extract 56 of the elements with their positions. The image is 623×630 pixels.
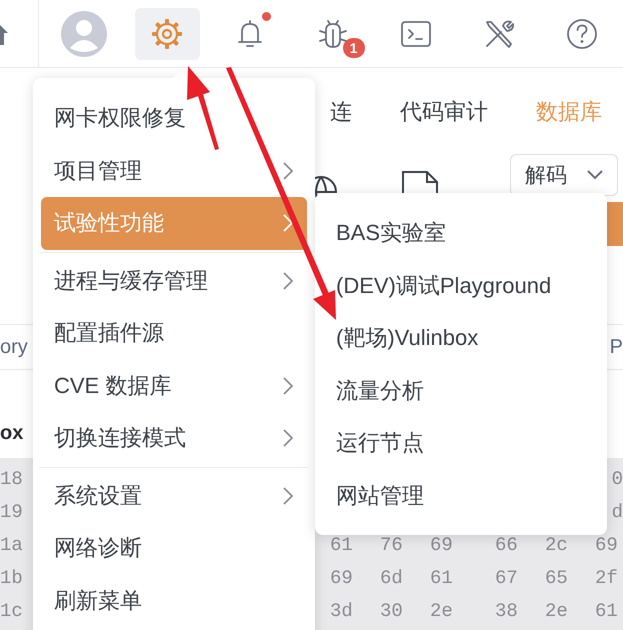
- chevron-right-icon: [283, 162, 293, 180]
- chevron-down-icon: [587, 170, 603, 180]
- decode-select[interactable]: 解码: [510, 154, 618, 196]
- chevron-right-icon: [283, 486, 293, 505]
- hex-offset: 1c: [0, 600, 23, 622]
- chevron-right-icon: [283, 214, 293, 232]
- hex-byte: 3d: [330, 600, 353, 622]
- hex-byte: 2e: [430, 600, 453, 622]
- hex-byte: 65: [545, 566, 568, 588]
- hex-byte: 69: [330, 566, 353, 588]
- menu-item[interactable]: 网卡权限修复: [33, 92, 315, 144]
- hex-offset: 1b: [0, 566, 23, 588]
- chevron-right-icon: [283, 376, 293, 395]
- hex-byte: 61: [595, 600, 618, 622]
- menu-item[interactable]: 运行节点: [315, 417, 607, 470]
- menu-item[interactable]: (DEV)调试Playground: [315, 260, 607, 312]
- menu-item[interactable]: 刷新菜单: [33, 574, 315, 627]
- hex-byte: 2c: [545, 534, 568, 556]
- settings-button[interactable]: [134, 8, 200, 60]
- chevron-right-icon: [283, 272, 293, 290]
- hex-byte: 30: [380, 600, 403, 622]
- menu-item[interactable]: 流量分析: [315, 364, 607, 417]
- menu-item[interactable]: BAS实验室: [315, 207, 607, 260]
- hex-offset: 18: [0, 468, 23, 490]
- menu-item[interactable]: CVE 数据库: [33, 360, 315, 412]
- hex-byte: 2e: [545, 600, 568, 622]
- list-label: P: [610, 336, 623, 358]
- menu-item[interactable]: 系统设置: [33, 470, 315, 522]
- hex-byte: 38: [495, 600, 518, 622]
- tab[interactable]: 连: [330, 97, 352, 127]
- hex-byte: 66: [495, 534, 518, 556]
- hex-byte: 69: [595, 534, 618, 556]
- panel-title: ox: [0, 422, 24, 444]
- tab[interactable]: 代码审计: [400, 97, 488, 127]
- menu-item[interactable]: 配置插件源: [33, 307, 315, 360]
- hex-byte: 6d: [380, 566, 403, 588]
- menu-item[interactable]: (靶场)Vulinbox: [315, 312, 607, 364]
- menu-item[interactable]: 项目管理: [33, 144, 315, 197]
- hex-byte: 67: [495, 566, 518, 588]
- count-badge: 1: [342, 38, 364, 58]
- menu-item[interactable]: 网站管理: [315, 470, 607, 522]
- hex-byte: d: [612, 500, 623, 522]
- hex-byte: 0: [612, 468, 623, 490]
- hex-byte: 2f: [595, 566, 618, 588]
- menu-item[interactable]: 网络诊断: [33, 522, 315, 574]
- hex-byte: 61: [430, 566, 453, 588]
- hex-offset: 19: [0, 500, 23, 522]
- hex-byte: 69: [430, 534, 453, 556]
- bug-button[interactable]: 1: [300, 8, 366, 60]
- hex-offset: 1a: [0, 534, 23, 556]
- hex-byte: 61: [330, 534, 353, 556]
- chevron-right-icon: [283, 429, 293, 448]
- list-label: ory: [0, 336, 28, 358]
- menu-item[interactable]: 进程与缓存管理: [33, 254, 315, 307]
- hex-byte: 76: [380, 534, 403, 556]
- menu-item[interactable]: 切换连接模式: [33, 412, 315, 464]
